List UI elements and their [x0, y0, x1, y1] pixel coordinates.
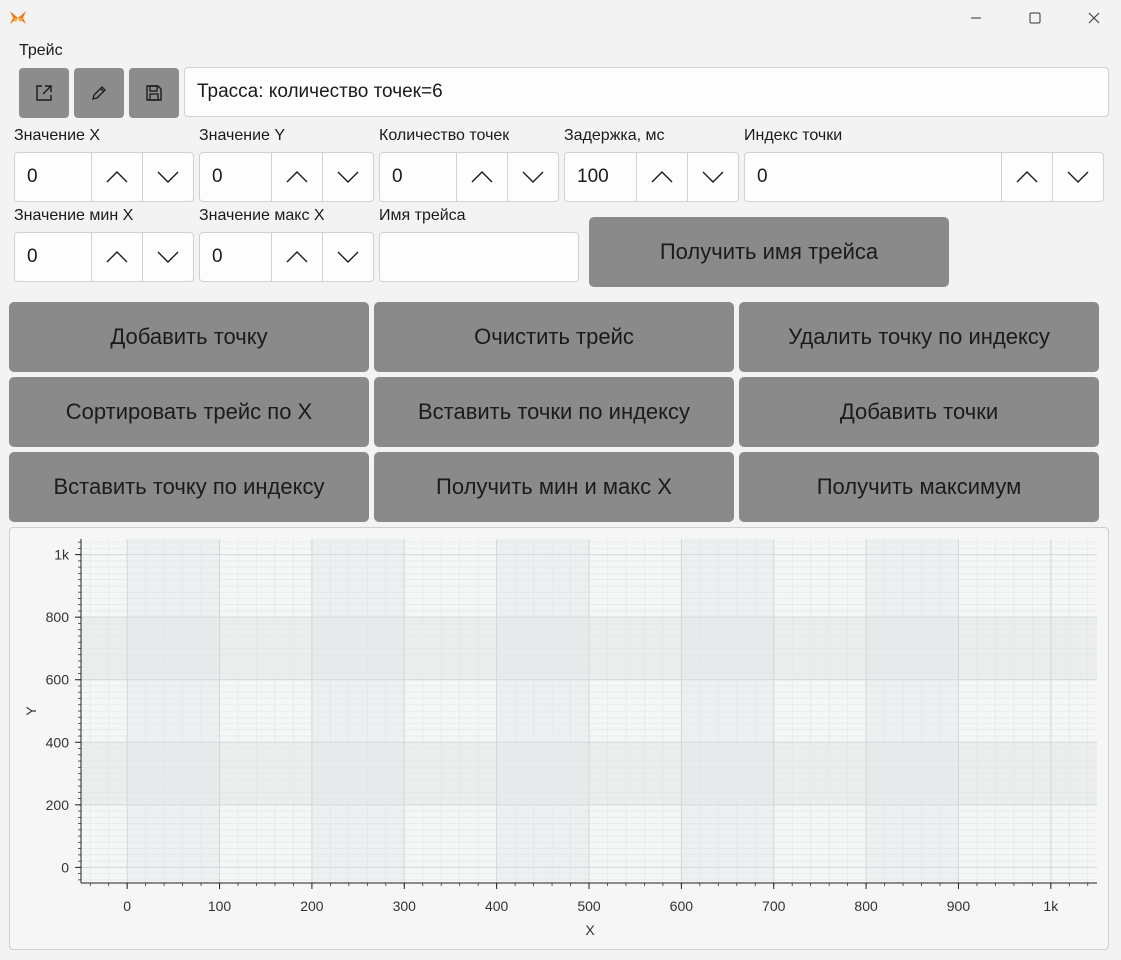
add-points-button[interactable]: Добавить точки [739, 377, 1099, 447]
app-logo-icon [8, 8, 28, 28]
trace-name-label: Имя трейса [379, 207, 466, 224]
get-min-max-x-button[interactable]: Получить мин и макс X [374, 452, 734, 522]
edit-button[interactable] [74, 68, 124, 118]
close-icon [1088, 12, 1100, 24]
points-count-input[interactable]: 0 [380, 153, 456, 201]
chevron-up-icon [471, 171, 493, 183]
x-max-stepper[interactable]: 0 [199, 232, 374, 282]
trace-section-label: Трейс [19, 42, 63, 59]
point-index-down-button[interactable] [1052, 153, 1103, 201]
x-value-stepper[interactable]: 0 [14, 152, 194, 202]
x-min-down-button[interactable] [142, 233, 193, 281]
y-tick-label: 0 [61, 859, 69, 875]
x-value-input[interactable]: 0 [15, 153, 91, 201]
x-tick-label: 200 [300, 898, 324, 914]
plot-panel[interactable]: 0 100 200 300 400 500 600 700 800 900 1k 0 200 400 600… [9, 527, 1109, 950]
point-index-label: Индекс точки [744, 127, 843, 144]
x-tick-label: 100 [208, 898, 232, 914]
x-tick-label: 300 [393, 898, 417, 914]
y-axis-title: Y [23, 706, 39, 716]
x-min-label: Значение мин X [14, 207, 134, 224]
y-tick-label: 600 [46, 672, 70, 688]
y-tick-label: 200 [46, 797, 70, 813]
trace-name-input[interactable] [379, 232, 579, 282]
points-count-stepper[interactable]: 0 [379, 152, 559, 202]
trace-info-field[interactable]: Трасса: количество точек=6 [184, 67, 1109, 117]
x-tick-label: 800 [854, 898, 878, 914]
x-value-down-button[interactable] [142, 153, 193, 201]
chevron-down-icon [157, 171, 179, 183]
chevron-up-icon [106, 251, 128, 263]
get-maximum-button[interactable]: Получить максимум [739, 452, 1099, 522]
x-tick-label: 900 [947, 898, 971, 914]
points-count-down-button[interactable] [507, 153, 558, 201]
chevron-up-icon [651, 171, 673, 183]
maximize-icon [1029, 12, 1041, 24]
chevron-down-icon [522, 171, 544, 183]
x-tick-label: 400 [485, 898, 509, 914]
delay-down-button[interactable] [687, 153, 738, 201]
chevron-down-icon [702, 171, 724, 183]
y-value-input[interactable]: 0 [200, 153, 271, 201]
delay-stepper[interactable]: 100 [564, 152, 739, 202]
point-index-up-button[interactable] [1001, 153, 1052, 201]
y-tick-label: 800 [46, 609, 70, 625]
x-max-down-button[interactable] [322, 233, 373, 281]
x-max-input[interactable]: 0 [200, 233, 271, 281]
chevron-down-icon [337, 251, 359, 263]
open-external-icon [36, 85, 52, 101]
y-value-down-button[interactable] [322, 153, 373, 201]
x-min-stepper[interactable]: 0 [14, 232, 194, 282]
x-axis-title: X [585, 922, 595, 938]
point-index-input[interactable]: 0 [745, 153, 1001, 201]
save-disk-icon [146, 85, 162, 101]
x-value-label: Значение X [14, 127, 101, 144]
close-button[interactable] [1071, 0, 1117, 36]
x-min-up-button[interactable] [91, 233, 142, 281]
trace-info-text: Трасса: количество точек=6 [197, 81, 443, 102]
open-external-button[interactable] [19, 68, 69, 118]
y-tick-label: 400 [46, 734, 70, 750]
save-button[interactable] [129, 68, 179, 118]
y-value-stepper[interactable]: 0 [199, 152, 374, 202]
edit-pencil-icon [92, 86, 106, 100]
y-tick-label: 1k [54, 547, 70, 563]
delete-point-by-index-button[interactable]: Удалить точку по индексу [739, 302, 1099, 372]
x-tick-label: 0 [123, 898, 131, 914]
clear-trace-button[interactable]: Очистить трейс [374, 302, 734, 372]
point-index-stepper[interactable]: 0 [744, 152, 1104, 202]
points-count-label: Количество точек [379, 127, 510, 144]
chevron-down-icon [337, 171, 359, 183]
x-min-input[interactable]: 0 [15, 233, 91, 281]
delay-label: Задержка, мс [564, 127, 665, 144]
chevron-down-icon [1067, 171, 1089, 183]
chevron-up-icon [286, 251, 308, 263]
x-max-up-button[interactable] [271, 233, 322, 281]
plot-chart[interactable]: 0 100 200 300 400 500 600 700 800 900 1k 0 200 400 600… [10, 528, 1108, 949]
x-max-label: Значение макс X [199, 207, 325, 224]
insert-point-by-index-button[interactable]: Вставить точку по индексу [9, 452, 369, 522]
points-count-up-button[interactable] [456, 153, 507, 201]
x-tick-label: 700 [762, 898, 786, 914]
delay-up-button[interactable] [636, 153, 687, 201]
minimize-button[interactable] [953, 0, 999, 36]
y-value-up-button[interactable] [271, 153, 322, 201]
chevron-up-icon [1016, 171, 1038, 183]
get-trace-name-button[interactable]: Получить имя трейса [589, 217, 949, 287]
chevron-down-icon [157, 251, 179, 263]
chevron-up-icon [106, 171, 128, 183]
x-tick-label: 1k [1043, 898, 1059, 914]
x-value-up-button[interactable] [91, 153, 142, 201]
y-value-label: Значение Y [199, 127, 286, 144]
chevron-up-icon [286, 171, 308, 183]
minimize-icon [971, 17, 981, 19]
add-point-button[interactable]: Добавить точку [9, 302, 369, 372]
delay-input[interactable]: 100 [565, 153, 636, 201]
sort-trace-by-x-button[interactable]: Сортировать трейс по X [9, 377, 369, 447]
x-tick-label: 600 [670, 898, 694, 914]
x-tick-label: 500 [577, 898, 601, 914]
maximize-button[interactable] [1012, 0, 1058, 36]
insert-points-by-index-button[interactable]: Вставить точки по индексу [374, 377, 734, 447]
